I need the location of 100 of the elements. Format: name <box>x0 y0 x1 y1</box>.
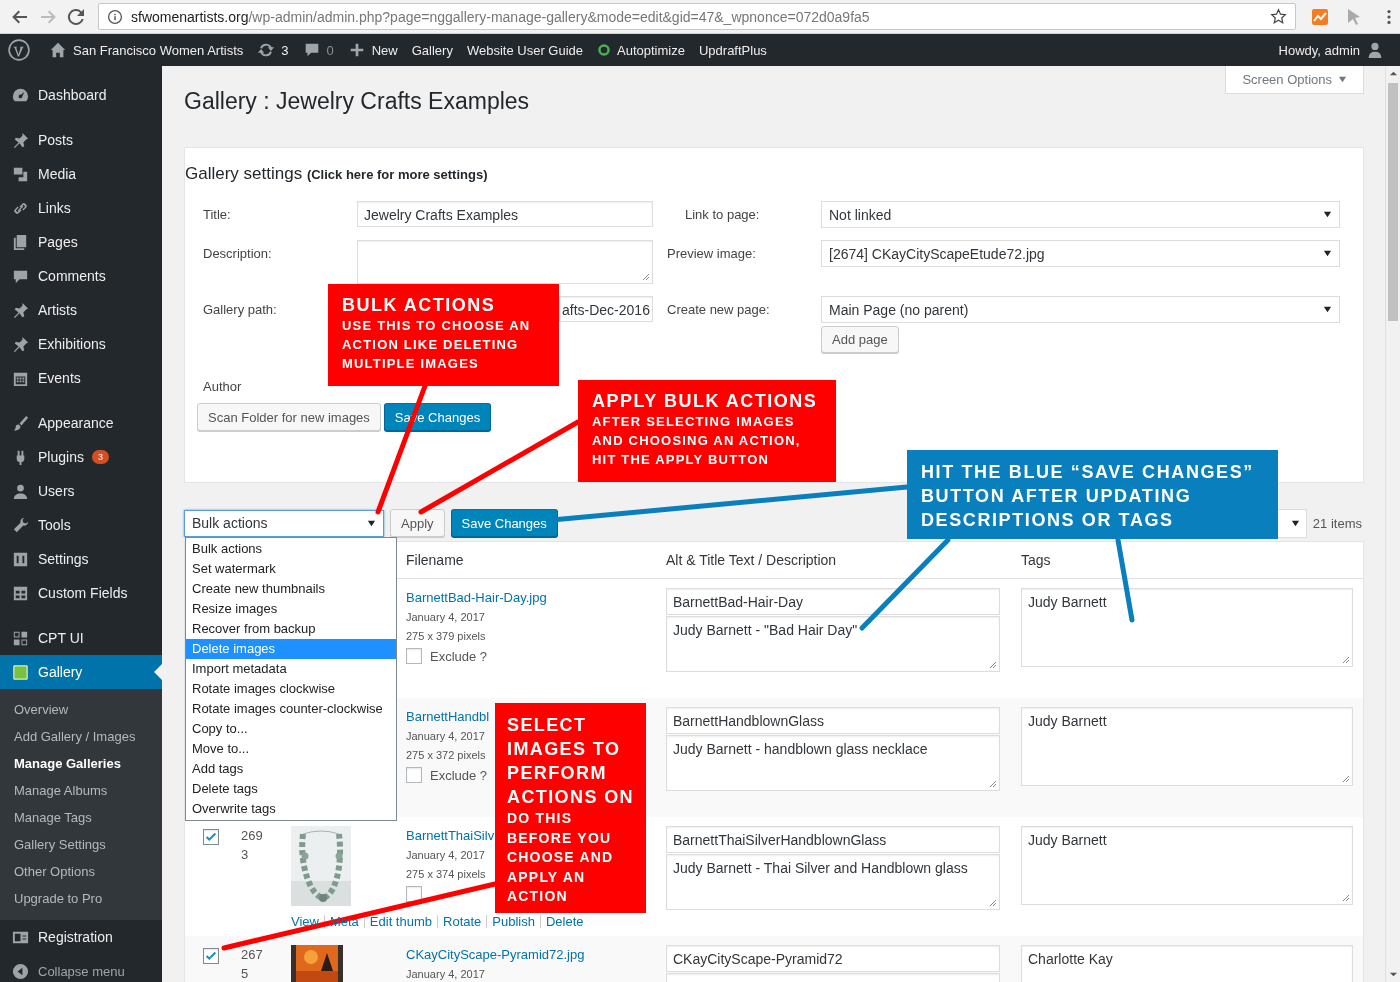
description-field[interactable]: Judy Barnett - handblown glass necklace <box>666 735 1000 791</box>
alt-text-field[interactable]: CKayCityScape-Pyramid72 <box>666 945 1000 972</box>
sidebar-item[interactable]: Dashboard <box>0 78 162 112</box>
dropdown-option[interactable]: Copy to... <box>186 719 396 739</box>
submenu-item[interactable]: Manage Tags <box>0 804 162 831</box>
sidebar-item[interactable]: Artists <box>0 293 162 327</box>
link-select[interactable]: Not linked <box>821 201 1340 228</box>
admin-bar-link[interactable]: 0 <box>295 41 341 59</box>
account-menu[interactable]: Howdy, admin <box>1271 41 1400 59</box>
tags-field[interactable]: Judy Barnett <box>1021 826 1353 905</box>
sidebar-item[interactable]: Links <box>0 191 162 225</box>
sidebar-item[interactable]: Settings <box>0 542 162 576</box>
alt-text-field[interactable]: BarnettThaiSilverHandblownGlass <box>666 826 1000 853</box>
filename-link[interactable]: BarnettBad-Hair-Day.jpg <box>406 588 547 608</box>
alt-text-field[interactable]: BarnettBad-Hair-Day <box>666 588 1000 615</box>
dropdown-option[interactable]: Recover from backup <box>186 619 396 639</box>
dropdown-option[interactable]: Rotate images clockwise <box>186 679 396 699</box>
admin-bar-link[interactable]: Website User Guide <box>459 42 591 58</box>
filename-link[interactable]: BarnettThaiSilv <box>406 826 495 846</box>
submenu-item[interactable]: Manage Albums <box>0 777 162 804</box>
star-icon[interactable] <box>1270 8 1287 25</box>
dropdown-option[interactable]: Bulk actions <box>186 539 396 559</box>
filename-link[interactable]: BarnettHandbl <box>406 707 490 727</box>
dropdown-option[interactable]: Overwrite tags <box>186 799 396 819</box>
sidebar-item[interactable]: Events <box>0 361 162 395</box>
sidebar-item[interactable]: Custom Fields <box>0 576 162 610</box>
sidebar-item[interactable]: Plugins 3 <box>0 440 162 474</box>
scroll-down-icon[interactable] <box>1388 970 1398 979</box>
submenu-item[interactable]: Overview <box>0 696 162 723</box>
sidebar-item[interactable]: Media <box>0 157 162 191</box>
admin-bar-link[interactable]: Autoptimize <box>590 42 692 58</box>
bulk-actions-select[interactable]: Bulk actions <box>184 509 384 537</box>
add-page-button[interactable]: Add page <box>821 326 899 353</box>
chart-extension-icon[interactable] <box>1310 6 1330 27</box>
dropdown-option[interactable]: Import metadata <box>186 659 396 679</box>
filename-link[interactable]: CKayCityScape-Pyramid72.jpg <box>406 945 585 965</box>
admin-bar-link[interactable]: UpdraftPlus <box>691 42 774 58</box>
sidebar-item[interactable]: Pages <box>0 225 162 259</box>
save-changes-button[interactable]: Save Changes <box>450 509 558 537</box>
row-action-link[interactable]: Publish <box>492 914 535 929</box>
address-bar[interactable]: sfwomenartists.org/wp-admin/admin.php?page=nggallery-manage-gallery&mode=edit&gid=47&_wpnonce=072d0a9fa5 <box>98 3 1296 30</box>
dropdown-option[interactable]: Create new thumbnails <box>186 579 396 599</box>
sidebar-item[interactable]: Tools <box>0 508 162 542</box>
tags-field[interactable]: Judy Barnett <box>1021 707 1353 786</box>
settings-heading[interactable]: Gallery settings (Click here for more settings) <box>185 164 1363 184</box>
sidebar-item[interactable]: Registration <box>0 920 162 954</box>
dropdown-option[interactable]: Add tags <box>186 759 396 779</box>
sidebar-item[interactable]: Exhibitions <box>0 327 162 361</box>
description-field[interactable]: Judy Barnett - Thai Silver and Handblown glass <box>666 854 1000 910</box>
admin-bar-link[interactable]: Gallery <box>404 42 460 58</box>
submenu-item[interactable]: Manage Galleries <box>0 750 162 777</box>
menu-icon[interactable] <box>1386 7 1392 26</box>
row-action-link[interactable]: View <box>291 914 319 929</box>
dropdown-option[interactable]: Delete tags <box>186 779 396 799</box>
caret-icon <box>367 518 376 528</box>
alt-text-field[interactable]: BarnettHandblownGlass <box>666 707 1000 734</box>
sidebar-item[interactable]: CPT UI <box>0 621 162 655</box>
sidebar-item[interactable]: Users <box>0 474 162 508</box>
submenu-item[interactable]: Other Options <box>0 858 162 885</box>
scroll-up-icon[interactable] <box>1388 69 1398 78</box>
row-action-link[interactable]: Rotate <box>443 914 482 929</box>
screen-options-tab[interactable]: Screen Options <box>1225 66 1364 94</box>
row-action-link[interactable]: Edit thumb <box>369 914 432 929</box>
page-select[interactable]: Main Page (no parent) <box>821 296 1340 323</box>
submenu-item[interactable]: Add Gallery / Images <box>0 723 162 750</box>
exclude-checkbox[interactable] <box>406 886 422 902</box>
dropdown-option[interactable]: Set watermark <box>186 559 396 579</box>
row-checkbox[interactable] <box>203 829 219 845</box>
admin-bar-link[interactable]: San Francisco Women Artists <box>42 41 251 59</box>
sidebar-item[interactable]: Gallery <box>0 655 162 689</box>
description-field[interactable]: Judy Barnett - "Bad Hair Day" <box>666 616 1000 672</box>
apply-button[interactable]: Apply <box>390 509 445 537</box>
scan-folder-button[interactable]: Scan Folder for new images <box>197 403 381 431</box>
preview-select[interactable]: [2674] CKayCityScapeEtude72.jpg <box>821 240 1340 267</box>
row-action-link[interactable]: Delete <box>545 914 584 929</box>
exclude-checkbox[interactable] <box>406 648 422 664</box>
sidebar-item[interactable]: Collapse menu <box>0 954 162 982</box>
row-checkbox[interactable] <box>203 948 219 964</box>
submenu-item[interactable]: Upgrade to Pro <box>0 885 162 912</box>
submenu-item[interactable]: Gallery Settings <box>0 831 162 858</box>
scrollbar-thumb[interactable] <box>1388 83 1398 321</box>
admin-bar-link[interactable]: New <box>340 41 405 59</box>
scrollbar[interactable] <box>1385 66 1400 982</box>
tags-field[interactable]: Charlotte Kay <box>1021 945 1353 982</box>
sidebar-item[interactable]: Comments <box>0 259 162 293</box>
tags-field[interactable]: Judy Barnett <box>1021 588 1353 667</box>
description-field[interactable] <box>357 240 653 284</box>
sidebar-item[interactable]: Posts <box>0 123 162 157</box>
wordpress-logo-icon[interactable] <box>8 39 30 61</box>
exclude-label: Exclude ? <box>430 648 488 664</box>
per-page-select[interactable] <box>1276 508 1307 538</box>
reload-icon[interactable] <box>66 6 86 27</box>
admin-bar-link[interactable]: 3 <box>250 41 296 59</box>
sidebar-item[interactable]: Appearance <box>0 406 162 440</box>
dropdown-option[interactable]: Resize images <box>186 599 396 619</box>
exclude-checkbox[interactable] <box>406 767 422 783</box>
dropdown-option[interactable]: Move to... <box>186 739 396 759</box>
title-field[interactable]: Jewelry Crafts Examples <box>357 201 653 227</box>
dropdown-option[interactable]: Rotate images counter-clockwise <box>186 699 396 719</box>
path-field[interactable]: afts-Dec-2016 <box>559 296 653 322</box>
